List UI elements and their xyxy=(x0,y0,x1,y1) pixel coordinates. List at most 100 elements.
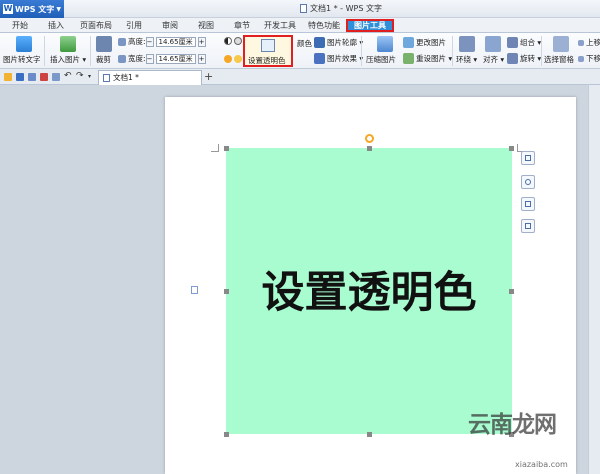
print-preview-icon[interactable] xyxy=(52,73,60,81)
window-title-text: 文档1 * - WPS 文字 xyxy=(310,4,382,13)
align-label: 对齐 xyxy=(483,55,498,64)
rotate-icon xyxy=(507,53,518,64)
tab-picture-tools[interactable]: 图片工具 xyxy=(346,19,394,32)
height-decrease-button[interactable]: − xyxy=(145,36,154,47)
print-icon[interactable] xyxy=(28,73,36,81)
layout-options-tool[interactable] xyxy=(521,151,535,165)
crop-icon xyxy=(96,36,112,52)
zoom-icon xyxy=(525,179,531,185)
open-icon[interactable] xyxy=(4,73,12,81)
new-tab-icon[interactable]: + xyxy=(204,70,213,83)
picture-effect-label: 图片效果 xyxy=(327,54,357,63)
window-title: 文档1 * - WPS 文字 xyxy=(300,3,382,14)
rotate-handle-icon[interactable] xyxy=(365,134,374,143)
set-transparent-color-button[interactable]: 设置透明色 xyxy=(243,35,293,67)
wrap-icon xyxy=(459,36,475,52)
width-increase-button[interactable]: + xyxy=(197,53,206,64)
export-pdf-icon[interactable] xyxy=(40,73,48,81)
tab-chapter[interactable]: 章节 xyxy=(228,19,256,32)
width-input[interactable]: 14.65厘米 xyxy=(155,53,196,64)
quick-access-bar: ↶ ↷ ▾ 文档1 * + xyxy=(0,69,600,85)
up-layer-button[interactable]: 上移 xyxy=(578,37,600,48)
group-button[interactable]: 组合 ▾ xyxy=(507,37,541,48)
picture-text: 设置透明色 xyxy=(261,268,477,318)
quick-access-dropdown-icon[interactable]: ▾ xyxy=(88,73,96,81)
insert-picture-icon xyxy=(60,36,76,52)
paragraph-anchor-icon[interactable] xyxy=(191,286,198,294)
brightness-icon[interactable] xyxy=(234,37,242,45)
crop-button[interactable]: 裁剪 xyxy=(96,54,111,65)
tab-home[interactable]: 开始 xyxy=(6,19,34,32)
redo-icon[interactable]: ↷ xyxy=(76,72,84,81)
selection-pane-button[interactable]: 选择窗格 xyxy=(544,54,574,65)
ribbon-separator xyxy=(541,36,542,66)
vertical-scrollbar[interactable] xyxy=(588,85,600,474)
document-tab-label: 文档1 * xyxy=(113,73,139,82)
document-icon xyxy=(103,74,110,82)
height-icon xyxy=(118,37,126,46)
down-layer-label: 下移 xyxy=(586,54,600,63)
wrap-button[interactable]: 环绕 ▾ xyxy=(456,54,477,65)
ribbon-separator xyxy=(90,36,91,66)
color-dot-2-icon[interactable] xyxy=(234,55,242,63)
color-label: 颜色 xyxy=(297,39,312,48)
resize-handle-top-left[interactable] xyxy=(224,146,229,151)
width-decrease-button[interactable]: − xyxy=(145,53,154,64)
tab-view[interactable]: 视图 xyxy=(192,19,220,32)
tab-page-layout[interactable]: 页面布局 xyxy=(78,19,114,32)
resize-handle-bottom[interactable] xyxy=(367,432,372,437)
resize-handle-right[interactable] xyxy=(509,289,514,294)
tab-reference[interactable]: 引用 xyxy=(120,19,148,32)
crop-tool[interactable] xyxy=(521,197,535,211)
color-button[interactable]: 颜色 xyxy=(297,38,312,49)
crop-tool-icon xyxy=(525,201,531,207)
tab-developer[interactable]: 开发工具 xyxy=(262,19,298,32)
undo-icon[interactable]: ↶ xyxy=(64,72,72,81)
title-bar: W WPS 文字 ▼ 文档1 * - WPS 文字 xyxy=(0,0,600,18)
resize-handle-left[interactable] xyxy=(224,289,229,294)
reset-picture-button[interactable]: 重设图片 ▾ xyxy=(403,53,452,64)
app-menu-button[interactable]: W WPS 文字 ▼ xyxy=(0,0,64,18)
contrast-icon[interactable] xyxy=(224,37,232,45)
watermark-url: xiazaiba.com xyxy=(515,460,568,469)
picture-outline-icon xyxy=(314,37,325,48)
down-layer-button[interactable]: 下移 xyxy=(578,53,600,64)
picture-to-text-button[interactable]: 图片转文字 xyxy=(3,54,41,65)
tab-insert[interactable]: 插入 xyxy=(42,19,70,32)
align-button[interactable]: 对齐 ▾ xyxy=(483,54,504,65)
resize-handle-top-right[interactable] xyxy=(509,146,514,151)
ribbon-separator xyxy=(44,36,45,66)
up-layer-icon xyxy=(578,39,584,46)
watermark-text: 云南龙网 xyxy=(468,412,557,438)
up-layer-label: 上移 xyxy=(586,38,600,47)
zoom-tool[interactable] xyxy=(521,175,535,189)
resize-handle-bottom-left[interactable] xyxy=(224,432,229,437)
color-dot-icon[interactable] xyxy=(224,55,232,63)
rotate-label: 旋转 xyxy=(520,54,535,63)
document-tab[interactable]: 文档1 * xyxy=(98,70,202,85)
change-picture-button[interactable]: 更改图片 xyxy=(403,37,446,48)
width-label: 宽度: xyxy=(128,54,146,63)
tab-features[interactable]: 特色功能 xyxy=(306,19,342,32)
picture-outline-button[interactable]: 图片轮廓 ▾ xyxy=(314,37,363,48)
insert-picture-button[interactable]: 插入图片 ▾ xyxy=(50,54,86,65)
rotate-button[interactable]: 旋转 ▾ xyxy=(507,53,541,64)
picture-outline-label: 图片轮廓 xyxy=(327,38,357,47)
set-transparent-color-label: 设置透明色 xyxy=(248,56,286,65)
height-input[interactable]: 14.65厘米 xyxy=(155,36,196,47)
compress-picture-button[interactable]: 压缩图片 xyxy=(366,54,396,65)
picture-effect-button[interactable]: 图片效果 ▾ xyxy=(314,53,363,64)
group-icon xyxy=(507,37,518,48)
height-label: 高度: xyxy=(128,37,146,46)
insert-picture-label: 插入图片 xyxy=(50,55,80,64)
height-control: 高度: − 14.65厘米 + xyxy=(118,36,206,47)
transparent-color-icon xyxy=(261,39,275,52)
resize-handle-top[interactable] xyxy=(367,146,372,151)
height-increase-button[interactable]: + xyxy=(197,36,206,47)
reset-picture-icon xyxy=(403,53,414,64)
menu-bar: 开始 插入 页面布局 引用 审阅 视图 章节 开发工具 特色功能 图片工具 xyxy=(0,18,600,33)
frame-tool[interactable] xyxy=(521,219,535,233)
save-icon[interactable] xyxy=(16,73,24,81)
tab-review[interactable]: 审阅 xyxy=(156,19,184,32)
wps-logo-icon: W xyxy=(3,4,13,14)
